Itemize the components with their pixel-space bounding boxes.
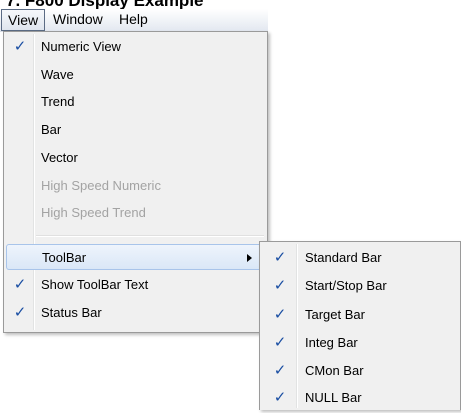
menu-bar: View Window Help — [0, 9, 268, 32]
menu-item-high-speed-trend[interactable]: High Speed Trend — [6, 200, 265, 226]
menu-item-label: ToolBar — [42, 250, 87, 265]
menu-item-label: Standard Bar — [305, 250, 382, 265]
menu-separator — [36, 235, 264, 236]
menu-item-bar[interactable]: Bar — [6, 117, 265, 143]
menu-window[interactable]: Window — [47, 9, 109, 29]
checkmark-icon: ✓ — [273, 362, 287, 379]
checkmark-icon: ✓ — [273, 334, 287, 351]
menu-item-label: Show ToolBar Text — [41, 277, 149, 292]
submenu-item-start-stop-bar[interactable]: ✓ Start/Stop Bar — [262, 272, 458, 301]
menu-view[interactable]: View — [1, 9, 46, 31]
checkmark-icon: ✓ — [273, 277, 287, 294]
checkmark-icon: ✓ — [273, 306, 287, 323]
checkmark-icon: ✓ — [13, 38, 27, 55]
submenu-item-cmon-bar[interactable]: ✓ CMon Bar — [262, 357, 458, 386]
submenu-item-standard-bar[interactable]: ✓ Standard Bar — [262, 244, 458, 273]
menu-item-label: Numeric View — [41, 39, 121, 54]
toolbar-submenu: ✓ Standard Bar ✓ Start/Stop Bar ✓ Target… — [259, 241, 461, 410]
menu-item-label: High Speed Numeric — [41, 178, 161, 193]
menu-item-label: High Speed Trend — [41, 205, 146, 220]
submenu-item-target-bar[interactable]: ✓ Target Bar — [262, 301, 458, 330]
menu-item-label: Target Bar — [305, 307, 365, 322]
menu-item-label: CMon Bar — [305, 363, 364, 378]
menu-item-label: Wave — [41, 67, 74, 82]
menu-item-label: Trend — [41, 94, 75, 109]
checkmark-icon: ✓ — [273, 389, 287, 406]
menu-item-vector[interactable]: Vector — [6, 145, 265, 171]
menu-item-show-toolbar-text[interactable]: ✓ Show ToolBar Text — [6, 272, 265, 298]
submenu-item-null-bar[interactable]: ✓ NULL Bar — [262, 384, 458, 413]
submenu-item-integ-bar[interactable]: ✓ Integ Bar — [262, 329, 458, 358]
menu-item-trend[interactable]: Trend — [6, 89, 265, 115]
menu-item-label: Status Bar — [41, 305, 102, 320]
menu-help[interactable]: Help — [113, 9, 154, 29]
menu-item-high-speed-numeric[interactable]: High Speed Numeric — [6, 173, 265, 199]
menu-item-label: Start/Stop Bar — [305, 278, 387, 293]
menu-item-status-bar[interactable]: ✓ Status Bar — [6, 300, 265, 326]
checkmark-icon: ✓ — [13, 276, 27, 293]
menu-item-label: Vector — [41, 150, 78, 165]
menu-item-label: Bar — [41, 122, 62, 137]
menu-item-wave[interactable]: Wave — [6, 62, 265, 88]
checkmark-icon: ✓ — [13, 304, 27, 321]
submenu-arrow-icon — [247, 254, 252, 262]
menu-item-label: NULL Bar — [305, 390, 362, 405]
checkmark-icon: ✓ — [273, 249, 287, 266]
menu-item-toolbar[interactable]: ToolBar — [6, 244, 265, 270]
menu-item-numeric-view[interactable]: ✓ Numeric View — [6, 34, 265, 60]
view-menu-dropdown: ✓ Numeric View Wave Trend Bar Vector Hig… — [3, 31, 268, 333]
menu-item-label: Integ Bar — [305, 335, 358, 350]
